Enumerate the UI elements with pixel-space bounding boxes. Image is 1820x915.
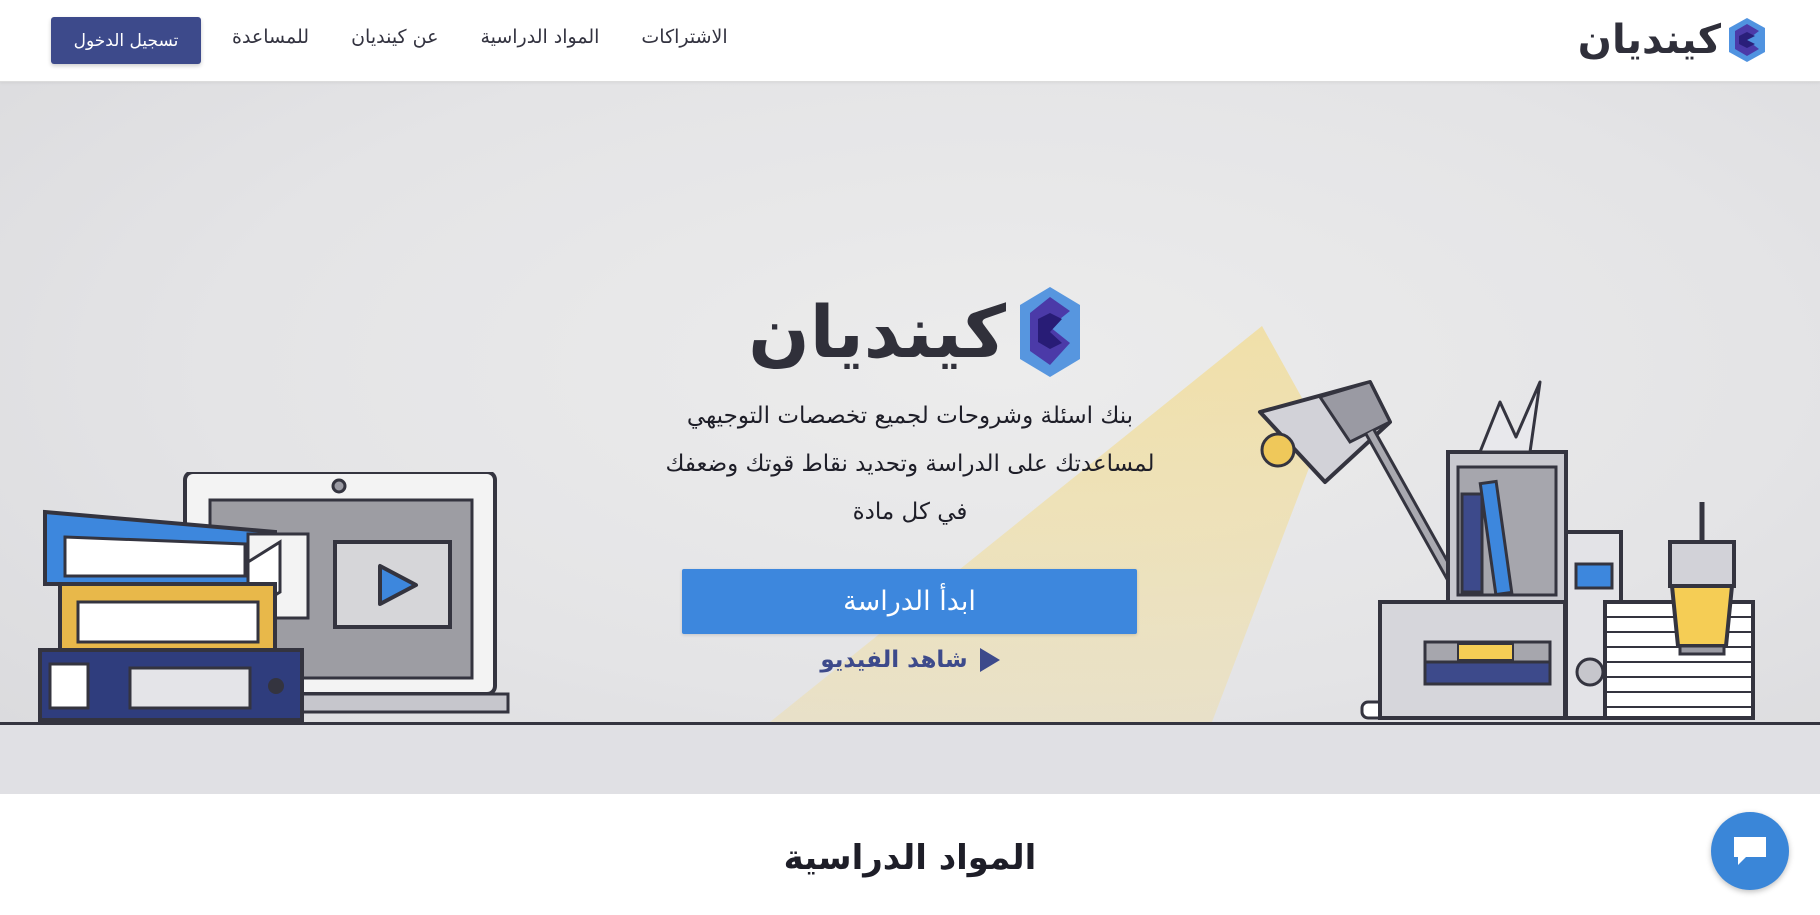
brand-name: كينديان <box>1577 17 1721 63</box>
nav-help[interactable]: للمساعدة <box>232 26 309 48</box>
desk-floor <box>0 722 1820 794</box>
watch-video-link[interactable]: شاهد الفيديو <box>800 642 1020 678</box>
hero-brand-name: كينديان <box>748 290 1006 374</box>
tagline-line: لمساعدتك على الدراسة وتحديد نقاط قوتك وض… <box>665 451 1155 477</box>
nav-subjects[interactable]: المواد الدراسية <box>480 26 599 48</box>
kindian-logo-icon <box>1020 287 1080 377</box>
lamp-shelf-illustration <box>1258 380 1755 720</box>
tagline-line: في كل مادة <box>852 499 968 525</box>
login-button[interactable]: تسجيل الدخول <box>51 17 201 64</box>
section-title: المواد الدراسية <box>783 838 1037 878</box>
tagline-line: بنك اسئلة وشروحات لجميع تخصصات التوجيهي <box>686 403 1134 429</box>
books-laptop-illustration <box>38 472 510 722</box>
hero-tagline: بنك اسئلة وشروحات لجميع تخصصات التوجيهي … <box>560 392 1260 536</box>
brand-logo[interactable]: كينديان <box>1578 16 1765 64</box>
chat-button[interactable] <box>1711 812 1789 890</box>
kindian-logo-icon <box>1729 18 1765 62</box>
start-studying-button[interactable]: ابدأ الدراسة <box>682 569 1137 634</box>
chat-bubble-icon <box>1734 837 1766 865</box>
play-icon <box>979 648 1000 672</box>
watch-video-label: شاهد الفيديو <box>820 647 968 673</box>
main-nav: للمساعدة عن كينديان المواد الدراسية الاش… <box>232 26 728 48</box>
hero-logo: كينديان <box>740 282 1080 382</box>
nav-subscriptions[interactable]: الاشتراكات <box>641 26 727 48</box>
hero-section: كينديان بنك اسئلة وشروحات لجميع تخصصات ا… <box>0 82 1820 794</box>
site-header: كينديان للمساعدة عن كينديان المواد الدرا… <box>0 0 1820 82</box>
nav-about[interactable]: عن كينديان <box>351 26 438 48</box>
